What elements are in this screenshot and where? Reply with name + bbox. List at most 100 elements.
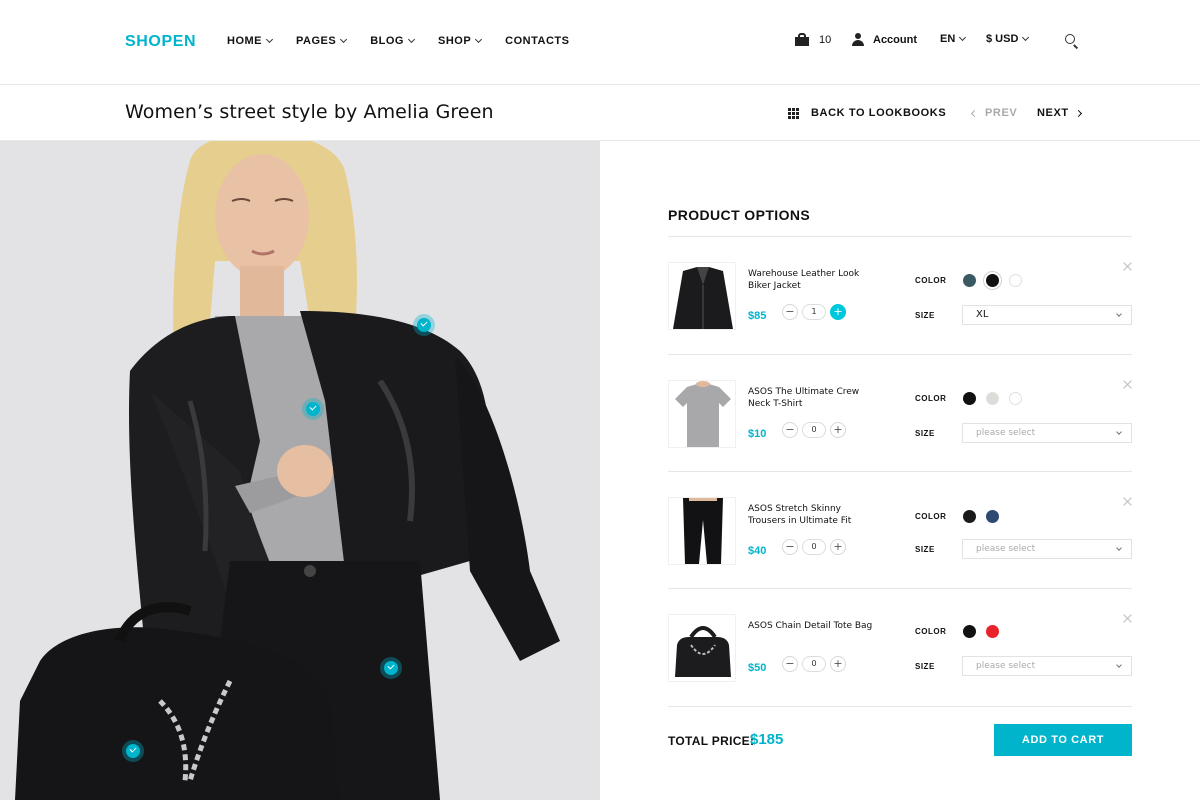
main-nav: HOME PAGES BLOG SHOP CONTACTS: [227, 35, 593, 47]
product-row-trousers: ASOS Stretch Skinny Trousers in Ultimate…: [668, 472, 1132, 589]
nav-pages[interactable]: PAGES: [296, 35, 348, 47]
color-swatch[interactable]: [963, 625, 976, 638]
size-select[interactable]: please select: [962, 656, 1132, 676]
hotspot-t-shirt[interactable]: [302, 398, 324, 420]
product-options-panel: PRODUCT OPTIONS Warehouse Leather Look B…: [668, 141, 1132, 800]
total-price-value: $185: [750, 731, 784, 748]
quantity-value[interactable]: 0: [802, 539, 826, 555]
decrease-button[interactable]: −: [782, 656, 798, 672]
page-title: Women’s street style by Amelia Green: [125, 101, 494, 123]
prev-link[interactable]: PREV: [970, 107, 1017, 119]
user-icon: [852, 33, 864, 46]
nav-home[interactable]: HOME: [227, 35, 274, 47]
color-swatch[interactable]: [986, 274, 999, 287]
color-swatches: [963, 625, 1009, 638]
nav-label: HOME: [227, 35, 262, 47]
color-swatch[interactable]: [1009, 392, 1022, 405]
currency-value: $ USD: [986, 33, 1019, 45]
language-select[interactable]: EN: [940, 33, 967, 45]
size-select[interactable]: please select: [962, 423, 1132, 443]
lookbook-image: [0, 141, 600, 800]
nav-label: CONTACTS: [505, 35, 570, 47]
chevron-down-icon: [1116, 311, 1122, 317]
quantity-stepper: − 0 +: [782, 656, 846, 672]
back-label: BACK TO LOOKBOOKS: [811, 107, 947, 119]
nav-contacts[interactable]: CONTACTS: [505, 35, 569, 47]
chevron-down-icon: [475, 35, 483, 44]
chevron-down-icon: [265, 35, 274, 44]
size-value: please select: [976, 661, 1036, 671]
color-swatch[interactable]: [986, 510, 999, 523]
size-value: XL: [976, 309, 989, 320]
account-link[interactable]: Account: [852, 33, 917, 46]
size-label: SIZE: [915, 545, 935, 554]
cart-link[interactable]: 10: [795, 33, 831, 46]
product-row-t-shirt: ASOS The Ultimate Crew Neck T-Shirt $10 …: [668, 355, 1132, 472]
nav-label: SHOP: [437, 35, 472, 47]
quantity-value[interactable]: 1: [802, 304, 826, 320]
add-to-cart-button[interactable]: ADD TO CART: [994, 724, 1132, 756]
product-price: $40: [748, 545, 767, 557]
size-select[interactable]: please select: [962, 539, 1132, 559]
divider: [668, 706, 1132, 707]
quantity-value[interactable]: 0: [802, 656, 826, 672]
color-label: COLOR: [915, 394, 947, 403]
next-link[interactable]: NEXT: [1037, 107, 1082, 119]
nav-shop[interactable]: SHOP: [437, 35, 483, 47]
increase-button[interactable]: +: [830, 539, 846, 555]
quantity-value[interactable]: 0: [802, 422, 826, 438]
color-swatch[interactable]: [986, 625, 999, 638]
increase-button[interactable]: +: [830, 304, 846, 320]
nav-blog[interactable]: BLOG: [370, 35, 416, 47]
product-name: ASOS The Ultimate Crew Neck T-Shirt: [748, 387, 860, 409]
product-price: $10: [748, 428, 767, 440]
currency-select[interactable]: $ USD: [986, 33, 1030, 45]
close-icon[interactable]: [1123, 497, 1132, 506]
color-label: COLOR: [915, 512, 947, 521]
decrease-button[interactable]: −: [782, 539, 798, 555]
chevron-down-icon: [340, 35, 348, 44]
cart-count: 10: [819, 33, 832, 46]
color-swatch[interactable]: [1009, 274, 1022, 287]
product-options-title: PRODUCT OPTIONS: [668, 207, 811, 223]
color-swatch[interactable]: [963, 392, 976, 405]
color-label: COLOR: [915, 627, 947, 636]
lookbook-bar: Women’s street style by Amelia Green BAC…: [0, 84, 1200, 141]
size-select[interactable]: XL: [962, 305, 1132, 325]
chevron-left-icon: [970, 109, 979, 117]
decrease-button[interactable]: −: [782, 422, 798, 438]
increase-button[interactable]: +: [830, 422, 846, 438]
nav-label: PAGES: [296, 35, 337, 47]
product-thumbnail: [668, 614, 736, 682]
next-label: NEXT: [1037, 107, 1069, 119]
chevron-down-icon: [407, 35, 416, 44]
color-swatch[interactable]: [963, 510, 976, 523]
close-icon[interactable]: [1123, 614, 1132, 623]
product-thumbnail: [668, 380, 736, 448]
decrease-button[interactable]: −: [782, 304, 798, 320]
increase-button[interactable]: +: [830, 656, 846, 672]
product-thumbnail: [668, 497, 736, 565]
total-price-label: TOTAL PRICE:: [668, 734, 755, 748]
hotspot-trousers[interactable]: [380, 657, 402, 679]
color-swatch[interactable]: [963, 274, 976, 287]
hotspot-jacket[interactable]: [413, 314, 435, 336]
hotspot-tote-bag[interactable]: [122, 740, 144, 762]
color-swatch[interactable]: [986, 392, 999, 405]
nav-label: BLOG: [370, 35, 404, 47]
shopping-bag-icon: [795, 33, 809, 46]
back-to-lookbooks-link[interactable]: BACK TO LOOKBOOKS: [788, 107, 946, 119]
product-name: Warehouse Leather Look Biker Jacket: [748, 269, 860, 291]
logo[interactable]: SHOPEN: [125, 33, 196, 51]
product-thumbnail: [668, 262, 736, 330]
close-icon[interactable]: [1123, 380, 1132, 389]
close-icon[interactable]: [1123, 262, 1132, 271]
search-icon[interactable]: [1065, 34, 1079, 49]
size-label: SIZE: [915, 311, 935, 320]
language-value: EN: [940, 33, 956, 45]
chevron-down-icon: [1116, 429, 1122, 435]
color-label: COLOR: [915, 276, 947, 285]
size-value: please select: [976, 428, 1036, 438]
site-header: SHOPEN HOME PAGES BLOG SHOP CONTACTS 10 …: [0, 0, 1200, 84]
chevron-down-icon: [959, 33, 967, 42]
